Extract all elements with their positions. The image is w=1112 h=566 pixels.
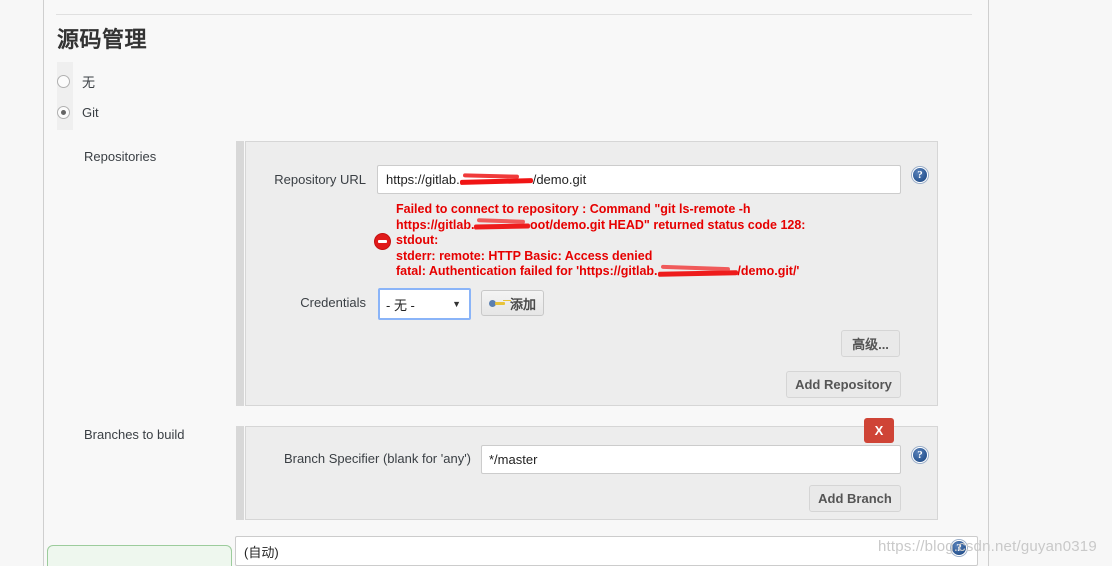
- radio-none-icon[interactable]: [57, 74, 70, 88]
- error-line-2-redaction: jjjjjustore: [474, 218, 530, 234]
- add-credentials-label: 添加: [509, 296, 536, 312]
- add-repository-button[interactable]: Add Repository: [786, 371, 901, 398]
- branch-specifier-label: Branch Specifier (blank for 'any'): [283, 451, 471, 466]
- error-line-2-prefix: https://gitlab.: [396, 217, 475, 232]
- error-line-5-redaction: jjjjjustoreroot: [658, 264, 738, 280]
- repository-url-prefix: https://gitlab.: [386, 172, 460, 187]
- credentials-select[interactable]: - 无 - ▼: [378, 288, 471, 320]
- top-divider: [56, 14, 972, 15]
- notification-toast: [47, 545, 232, 566]
- chevron-down-icon: ▼: [452, 299, 461, 309]
- repository-browser-help-icon[interactable]: ?: [951, 540, 967, 556]
- repositories-row-label: Repositories: [84, 149, 157, 164]
- error-line-5-suffix: /demo.git/': [737, 264, 800, 279]
- repository-error-text: Failed to connect to repository : Comman…: [396, 202, 805, 280]
- advanced-button-label: 高级...: [852, 337, 889, 352]
- error-line-2-suffix: oot/demo.git HEAD" returned status code …: [530, 217, 806, 232]
- add-branch-label: Add Branch: [818, 491, 892, 506]
- scm-radio-none-label: 无: [82, 74, 96, 90]
- add-credentials-button[interactable]: 添加: [481, 290, 544, 316]
- repository-browser-value: (自动): [244, 544, 279, 560]
- repository-url-help-icon[interactable]: ?: [912, 167, 928, 183]
- repository-url-redaction: jjjjjustoreroot: [460, 172, 533, 187]
- radio-git-icon[interactable]: [57, 105, 70, 119]
- error-line-3: stdout:: [396, 233, 439, 248]
- error-no-entry-icon: [374, 232, 391, 250]
- error-line-5-prefix: fatal: Authentication failed for 'https:…: [396, 264, 658, 279]
- repository-browser-select[interactable]: (自动) ▼: [235, 536, 978, 566]
- repositories-panel-bar: [236, 141, 244, 406]
- key-icon: [488, 298, 505, 309]
- credentials-selected-value: - 无 -: [386, 297, 415, 313]
- advanced-button[interactable]: 高级...: [841, 330, 900, 357]
- branch-specifier-help-icon[interactable]: ?: [912, 447, 928, 463]
- branches-panel-bar: [236, 426, 244, 520]
- add-repository-label: Add Repository: [795, 377, 892, 392]
- page-title: 源码管理: [57, 27, 148, 52]
- scm-radio-git-label: Git: [82, 104, 99, 120]
- scm-radio-git[interactable]: Git: [57, 102, 99, 122]
- credentials-label: Credentials: [300, 295, 366, 310]
- repository-error-message: Failed to connect to repository : Comman…: [374, 201, 894, 281]
- add-branch-button[interactable]: Add Branch: [809, 485, 901, 512]
- screenshot-root: 源码管理 无 Git Repositories Repository URL h…: [0, 0, 1112, 566]
- error-line-4: stderr: remote: HTTP Basic: Access denie…: [396, 248, 653, 263]
- repository-url-suffix: /demo.git: [532, 172, 587, 187]
- branches-row-label: Branches to build: [84, 427, 185, 442]
- scm-radio-none[interactable]: 无: [57, 71, 95, 91]
- repository-url-label: Repository URL: [274, 172, 366, 187]
- repository-url-input[interactable]: https://gitlab.jjjjjustoreroot/demo.git: [377, 165, 901, 194]
- error-line-1: Failed to connect to repository : Comman…: [396, 202, 751, 217]
- delete-branch-button[interactable]: X: [864, 418, 894, 443]
- branch-specifier-input[interactable]: [481, 445, 901, 474]
